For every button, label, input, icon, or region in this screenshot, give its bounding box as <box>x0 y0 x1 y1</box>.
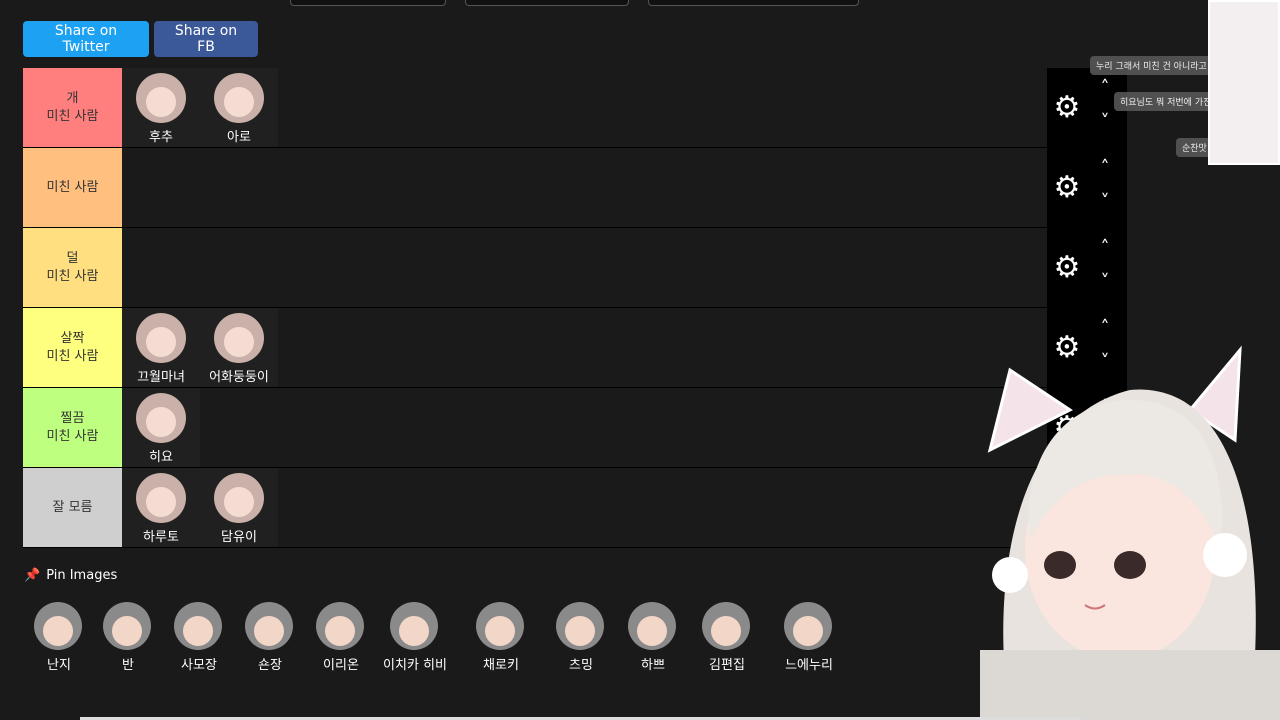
tier-label[interactable]: 살짝 미친 사람 <box>23 308 122 387</box>
character-avatar <box>136 393 186 443</box>
top-tab-2[interactable] <box>465 0 629 6</box>
gear-icon[interactable]: ⚙ <box>1051 252 1083 284</box>
tier-row: 덜 미친 사람 ⚙ ˄ ˅ <box>23 228 1127 308</box>
character-avatar <box>136 73 186 123</box>
chevron-down-icon[interactable]: ˅ <box>1093 192 1117 212</box>
tier-row: 개 미친 사람 후추 아로 ⚙ ˄ ˅ <box>23 68 1127 148</box>
tier-row: 찔끔 미친 사람히요⚙˄˅ <box>23 388 1127 468</box>
pin-image-item[interactable]: 느에누리 <box>774 598 844 678</box>
chevron-up-icon[interactable]: ˄ <box>1093 158 1117 178</box>
pin-image-item[interactable]: 김편집 <box>692 598 762 678</box>
character-name: 히요 <box>149 450 173 465</box>
tier-items[interactable] <box>122 228 1047 307</box>
chevron-up-icon[interactable]: ˄ <box>1093 318 1117 338</box>
character-avatar <box>628 602 676 650</box>
share-twitter-button[interactable]: Share on Twitter <box>23 21 149 57</box>
tier-items[interactable]: 히요 <box>122 388 1047 467</box>
tier-controls: ⚙ ˄ ˅ <box>1047 228 1127 307</box>
pin-image-item[interactable]: 채로키 <box>466 598 536 678</box>
pin-image-item[interactable]: 이리온 <box>306 598 376 678</box>
character-name: 아로 <box>227 130 251 145</box>
character-name: 끄월마녀 <box>137 370 185 385</box>
tier-label[interactable]: 미친 사람 <box>23 148 122 227</box>
character-card[interactable]: 끄월마녀 <box>122 308 200 387</box>
chevron-down-icon[interactable]: ˅ <box>1093 112 1117 132</box>
tier-label[interactable]: 개 미친 사람 <box>23 68 122 147</box>
character-card[interactable]: 아로 <box>200 68 278 147</box>
character-name: 하쁘 <box>641 658 665 673</box>
character-card[interactable]: 히요 <box>122 388 200 467</box>
tier-row: 살짝 미친 사람 끄월마녀 어화둥둥이 ⚙ ˄ ˅ <box>23 308 1127 388</box>
pin-image-item[interactable]: 숀장 <box>235 598 305 678</box>
tier-items[interactable]: 후추 아로 <box>122 68 1047 147</box>
gear-icon[interactable]: ⚙ <box>1051 92 1083 124</box>
character-name: 느에누리 <box>785 658 833 673</box>
chevron-up-icon[interactable]: ˄ <box>1093 238 1117 258</box>
character-avatar <box>476 602 524 650</box>
pin-images-header: 📌 Pin Images <box>24 568 117 583</box>
tier-items[interactable] <box>122 148 1047 227</box>
character-name: 사모장 <box>181 658 217 673</box>
character-avatar <box>214 473 264 523</box>
character-avatar <box>556 602 604 650</box>
share-fb-button[interactable]: Share on FB <box>154 21 258 57</box>
gear-icon[interactable]: ⚙ <box>1051 172 1083 204</box>
character-avatar <box>784 602 832 650</box>
pin-image-item[interactable]: 난지 <box>24 598 94 678</box>
tier-label[interactable]: 덜 미친 사람 <box>23 228 122 307</box>
pin-image-item[interactable]: 하쁘 <box>618 598 688 678</box>
character-card[interactable]: 하루토 <box>122 468 200 547</box>
chevron-down-icon[interactable]: ˅ <box>1093 272 1117 292</box>
character-name: 이치카 히비 <box>383 658 447 673</box>
pin-image-item[interactable]: 반 <box>93 598 163 678</box>
character-avatar <box>174 602 222 650</box>
character-avatar <box>34 602 82 650</box>
character-avatar <box>136 473 186 523</box>
character-name: 담유이 <box>221 530 257 545</box>
character-avatar <box>214 313 264 363</box>
tier-label[interactable]: 찔끔 미친 사람 <box>23 388 122 467</box>
tier-table: 개 미친 사람후추 아로 ⚙ ˄ ˅ 미친 사람 ⚙ ˄ ˅ 덜 미친 사람 ⚙ ˄ ˅ 살짝 미친 사람… <box>23 68 1127 548</box>
character-avatar <box>103 602 151 650</box>
character-name: 숀장 <box>258 658 282 673</box>
character-card[interactable]: 후추 <box>122 68 200 147</box>
tier-items[interactable]: 하루토 담유이 <box>122 468 1047 547</box>
character-name: 어화둥둥이 <box>209 370 269 385</box>
stream-camera-window <box>1208 0 1280 165</box>
tier-row: 미친 사람 ⚙ ˄ ˅ <box>23 148 1127 228</box>
top-tab-1[interactable] <box>290 0 446 6</box>
character-name: 김편집 <box>709 658 745 673</box>
character-name: 반 <box>122 658 134 673</box>
character-card[interactable]: 어화둥둥이 <box>200 308 278 387</box>
character-name: 이리온 <box>323 658 359 673</box>
character-name: 하루토 <box>143 530 179 545</box>
tier-row: 잘 모름하루토담유이⚙˄˅ <box>23 468 1127 548</box>
top-tab-3[interactable] <box>648 0 859 6</box>
pin-image-item[interactable]: 사모장 <box>164 598 234 678</box>
pin-image-item[interactable]: 이치카 히비 <box>380 598 450 678</box>
character-card[interactable]: 담유이 <box>200 468 278 547</box>
character-name: 채로키 <box>483 658 519 673</box>
character-avatar <box>245 602 293 650</box>
pin-images-label: Pin Images <box>46 568 118 583</box>
character-avatar <box>214 73 264 123</box>
tier-label[interactable]: 잘 모름 <box>23 468 122 547</box>
character-name: 츠밍 <box>569 658 593 673</box>
tier-controls: ⚙ ˄ ˅ <box>1047 148 1127 227</box>
character-avatar <box>702 602 750 650</box>
character-avatar <box>316 602 364 650</box>
tier-items[interactable]: 끄월마녀 어화둥둥이 <box>122 308 1047 387</box>
character-avatar <box>390 602 438 650</box>
character-avatar <box>136 313 186 363</box>
character-name: 후추 <box>149 130 173 145</box>
vtuber-avatar <box>980 345 1280 720</box>
pushpin-icon[interactable]: 📌 <box>24 568 40 583</box>
pin-image-item[interactable]: 츠밍 <box>546 598 616 678</box>
